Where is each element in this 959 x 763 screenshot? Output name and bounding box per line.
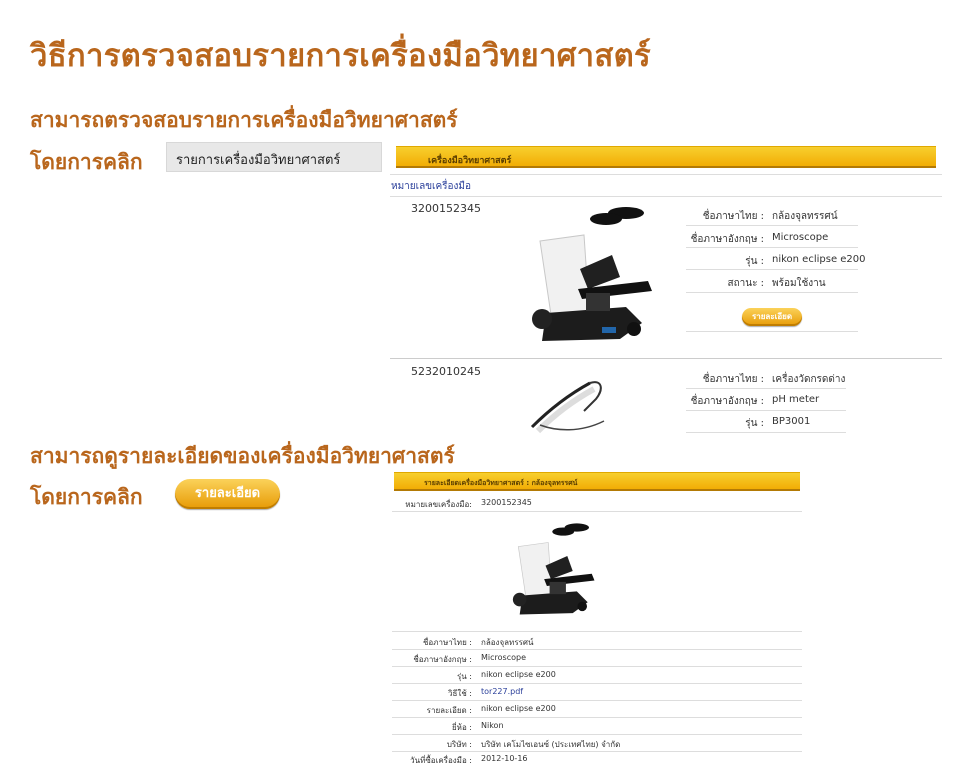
divider: [392, 511, 802, 512]
field-value: nikon eclipse e200: [772, 254, 866, 265]
list-subheader: หมายเลขเครื่องมือ: [391, 181, 472, 192]
field-label: ชื่อภาษาอังกฤษ :: [690, 396, 764, 407]
divider: [686, 410, 846, 411]
field-label: สถานะ :: [727, 278, 764, 289]
divider: [686, 331, 858, 332]
menu-item-science-tools[interactable]: รายการเครื่องมือวิทยาศาสตร์: [166, 142, 382, 172]
code-label: หมายเลขเครื่องมือ:: [405, 500, 472, 509]
field-label: รุ่น :: [456, 672, 472, 681]
divider: [686, 225, 858, 226]
field-value: pH meter: [772, 394, 820, 405]
detail-button-sample[interactable]: รายละเอียด: [175, 479, 280, 509]
detail-screenshot: รายละเอียดเครื่องมือวิทยาศาสตร์ : กล้องจ…: [392, 470, 804, 763]
code-value: 3200152345: [481, 498, 532, 507]
field-value: nikon eclipse e200: [481, 670, 556, 679]
field-label: บริษัท :: [446, 740, 472, 749]
list-header-bar: เครื่องมือวิทยาศาสตร์: [396, 146, 936, 168]
section1-heading: สามารถตรวจสอบรายการเครื่องมือวิทยาศาสตร์: [30, 108, 458, 132]
field-label: วันที่ซื้อเครื่องมือ :: [410, 756, 472, 763]
field-value: Microscope: [481, 653, 526, 662]
divider: [392, 649, 802, 650]
microscope-image[interactable]: [516, 203, 666, 348]
field-value: Microscope: [772, 232, 829, 243]
field-label: รายละเอียด :: [426, 706, 472, 715]
field-value: กล้องจุลทรรศน์: [772, 211, 838, 222]
field-label: ชื่อภาษาไทย :: [702, 211, 764, 222]
list-screenshot: เครื่องมือวิทยาศาสตร์ หมายเลขเครื่องมือ …: [390, 143, 942, 436]
section1-click-label: โดยการคลิก: [30, 150, 143, 174]
field-value: พร้อมใช้งาน: [772, 278, 826, 289]
item-code: 3200152345: [411, 202, 481, 215]
detail-header-bar: รายละเอียดเครื่องมือวิทยาศาสตร์ : กล้องจ…: [394, 472, 800, 491]
page-title: วิธีการตรวจสอบรายการเครื่องมือวิทยาศาสตร…: [30, 38, 651, 74]
divider: [686, 247, 858, 248]
divider: [392, 631, 802, 632]
divider: [392, 666, 802, 667]
microscope-image: [512, 523, 595, 615]
field-value: BP3001: [772, 416, 811, 427]
divider: [392, 683, 802, 684]
field-value: nikon eclipse e200: [481, 704, 556, 713]
divider: [686, 388, 846, 389]
field-label: ชื่อภาษาอังกฤษ :: [413, 655, 472, 664]
divider: [686, 292, 858, 293]
divider: [390, 196, 942, 197]
ph-meter-image[interactable]: [520, 375, 610, 435]
field-label: ชื่อภาษาไทย :: [702, 374, 764, 385]
divider: [686, 269, 858, 270]
item-code: 5232010245: [411, 365, 481, 378]
section2-click-label: โดยการคลิก: [30, 485, 143, 509]
divider: [392, 717, 802, 718]
detail-button[interactable]: รายละเอียด: [742, 308, 802, 326]
divider: [390, 174, 942, 175]
field-label: ชื่อภาษาอังกฤษ :: [690, 234, 764, 245]
field-label: รุ่น :: [745, 256, 764, 267]
divider: [392, 700, 802, 701]
divider: [392, 751, 802, 752]
divider: [392, 734, 802, 735]
field-value: กล้องจุลทรรศน์: [481, 638, 534, 647]
field-label: ชื่อภาษาไทย :: [423, 638, 472, 647]
field-value: บริษัท เคโมไซเอนซ์ (ประเทศไทย) จำกัด: [481, 740, 621, 749]
manual-pdf-link[interactable]: tor227.pdf: [481, 687, 523, 696]
field-value: 2012-10-16: [481, 754, 528, 763]
field-value: เครื่องวัดกรดด่าง: [772, 374, 846, 385]
divider: [686, 432, 846, 433]
divider: [390, 358, 942, 359]
field-label: รุ่น :: [745, 418, 764, 429]
field-value: Nikon: [481, 721, 504, 730]
section2-heading: สามารถดูรายละเอียดของเครื่องมือวิทยาศาสต…: [30, 444, 455, 468]
field-label: ยี่ห้อ :: [451, 723, 472, 732]
field-label: วิธีใช้ :: [448, 689, 472, 698]
